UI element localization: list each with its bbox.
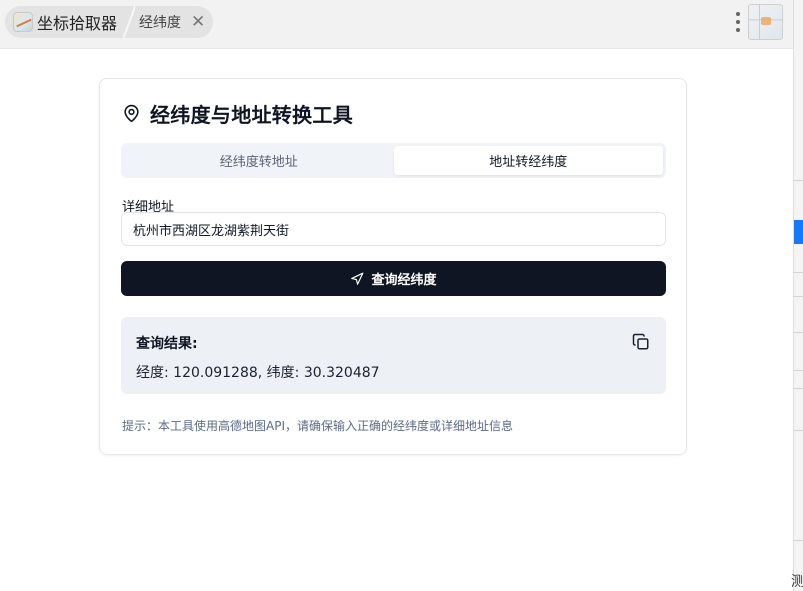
query-latlng-button[interactable]: 查询经纬度	[121, 261, 666, 296]
hint-text: 提示：本工具使用高德地图API，请确保输入正确的经纬度或详细地址信息	[122, 419, 513, 433]
close-icon[interactable]: ✕	[191, 13, 205, 31]
tab-latlng-to-address[interactable]: 经纬度转地址	[124, 146, 394, 175]
browser-top-bar: 坐标拾取器 经纬度 ✕	[0, 0, 793, 49]
app-crumb[interactable]: 坐标拾取器	[13, 10, 117, 34]
result-coordinates: 经度: 120.091288, 纬度: 30.320487	[136, 365, 380, 381]
tab-address-to-latlng[interactable]: 地址转经纬度	[393, 146, 663, 175]
tab-label: 经纬度	[139, 15, 182, 31]
map-app-icon	[13, 12, 33, 32]
result-panel: 查询结果: 经度: 120.091288, 纬度: 30.320487	[121, 317, 666, 394]
side-glyph: 测	[791, 574, 803, 590]
address-input[interactable]	[121, 212, 666, 246]
query-button-label: 查询经纬度	[371, 273, 437, 288]
app-name: 坐标拾取器	[37, 14, 118, 33]
tab-latlng[interactable]: 经纬度 ✕	[139, 12, 205, 32]
more-menu-icon[interactable]	[734, 10, 742, 34]
page-title: 经纬度与地址转换工具	[150, 103, 353, 127]
side-active-indicator	[794, 220, 803, 244]
breadcrumb: 坐标拾取器 经纬度 ✕	[5, 6, 214, 38]
mode-tabs: 经纬度转地址 地址转经纬度	[121, 143, 666, 178]
breadcrumb-separator	[123, 6, 136, 38]
converter-card: 经纬度与地址转换工具 经纬度转地址 地址转经纬度 详细地址 查询经纬度 查询结果…	[99, 78, 687, 455]
navigation-send-icon	[351, 272, 364, 285]
copy-icon[interactable]	[632, 333, 650, 351]
map-pin-icon	[124, 104, 139, 123]
result-title: 查询结果:	[136, 336, 198, 352]
side-panel-edge: 测	[791, 0, 803, 591]
card-header: 经纬度与地址转换工具	[122, 99, 353, 128]
map-thumbnail[interactable]	[748, 4, 783, 40]
